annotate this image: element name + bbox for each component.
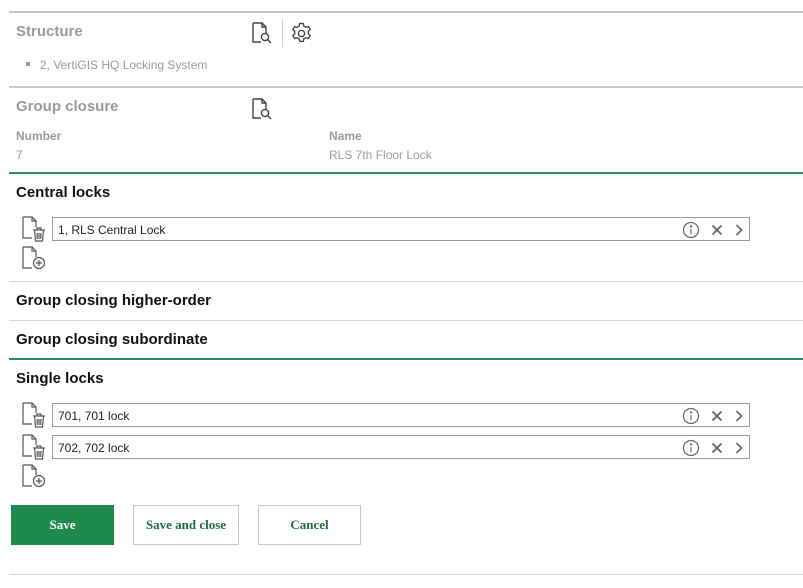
document-trash-icon[interactable]: [21, 434, 47, 460]
single-lock-field[interactable]: 702, 702 lock: [52, 435, 750, 459]
info-icon[interactable]: [682, 439, 700, 462]
close-icon[interactable]: [708, 221, 726, 244]
structure-title: Structure: [16, 23, 83, 40]
close-icon[interactable]: [708, 407, 726, 430]
save-button[interactable]: Save: [11, 505, 114, 545]
single-lock-value: 701, 701 lock: [58, 409, 130, 423]
structure-item[interactable]: 2, VertiGIS HQ Locking System: [40, 58, 207, 72]
single-lock-value: 702, 702 lock: [58, 441, 130, 455]
number-value: 7: [16, 148, 23, 162]
close-icon[interactable]: [708, 439, 726, 462]
chevron-right-icon[interactable]: [730, 221, 748, 244]
central-locks-title: Central locks: [16, 184, 111, 201]
group-subordinate-title[interactable]: Group closing subordinate: [16, 331, 208, 348]
number-label: Number: [16, 129, 62, 143]
chevron-right-icon[interactable]: [730, 439, 748, 462]
group-closure-title: Group closure: [16, 98, 119, 115]
chevron-right-icon[interactable]: [730, 407, 748, 430]
higher-order-divider: [9, 281, 803, 282]
single-lock-field[interactable]: 701, 701 lock: [52, 403, 750, 427]
info-icon[interactable]: [682, 221, 700, 244]
single-locks-title: Single locks: [16, 370, 104, 387]
list-bullet: [26, 62, 30, 66]
group-higher-title[interactable]: Group closing higher-order: [16, 292, 211, 309]
document-trash-icon[interactable]: [21, 216, 47, 242]
single-locks-divider: [9, 358, 803, 360]
subordinate-divider: [9, 320, 803, 321]
name-value: RLS 7th Floor Lock: [329, 148, 432, 162]
info-icon[interactable]: [682, 407, 700, 430]
central-locks-divider: [9, 172, 803, 174]
save-and-close-button[interactable]: Save and close: [133, 505, 239, 545]
name-label: Name: [329, 129, 362, 143]
central-lock-value: 1, RLS Central Lock: [58, 223, 166, 237]
group-closure-divider: [9, 86, 803, 88]
central-lock-field[interactable]: 1, RLS Central Lock: [52, 217, 750, 241]
cancel-button[interactable]: Cancel: [258, 505, 361, 545]
document-search-icon[interactable]: [250, 97, 274, 121]
gear-icon[interactable]: [289, 21, 314, 46]
document-add-icon[interactable]: [21, 246, 47, 272]
top-divider: [9, 11, 803, 13]
bottom-divider: [9, 574, 803, 575]
icon-separator: [282, 19, 283, 47]
document-search-icon[interactable]: [250, 21, 274, 45]
document-add-icon[interactable]: [21, 464, 47, 490]
document-trash-icon[interactable]: [21, 402, 47, 428]
